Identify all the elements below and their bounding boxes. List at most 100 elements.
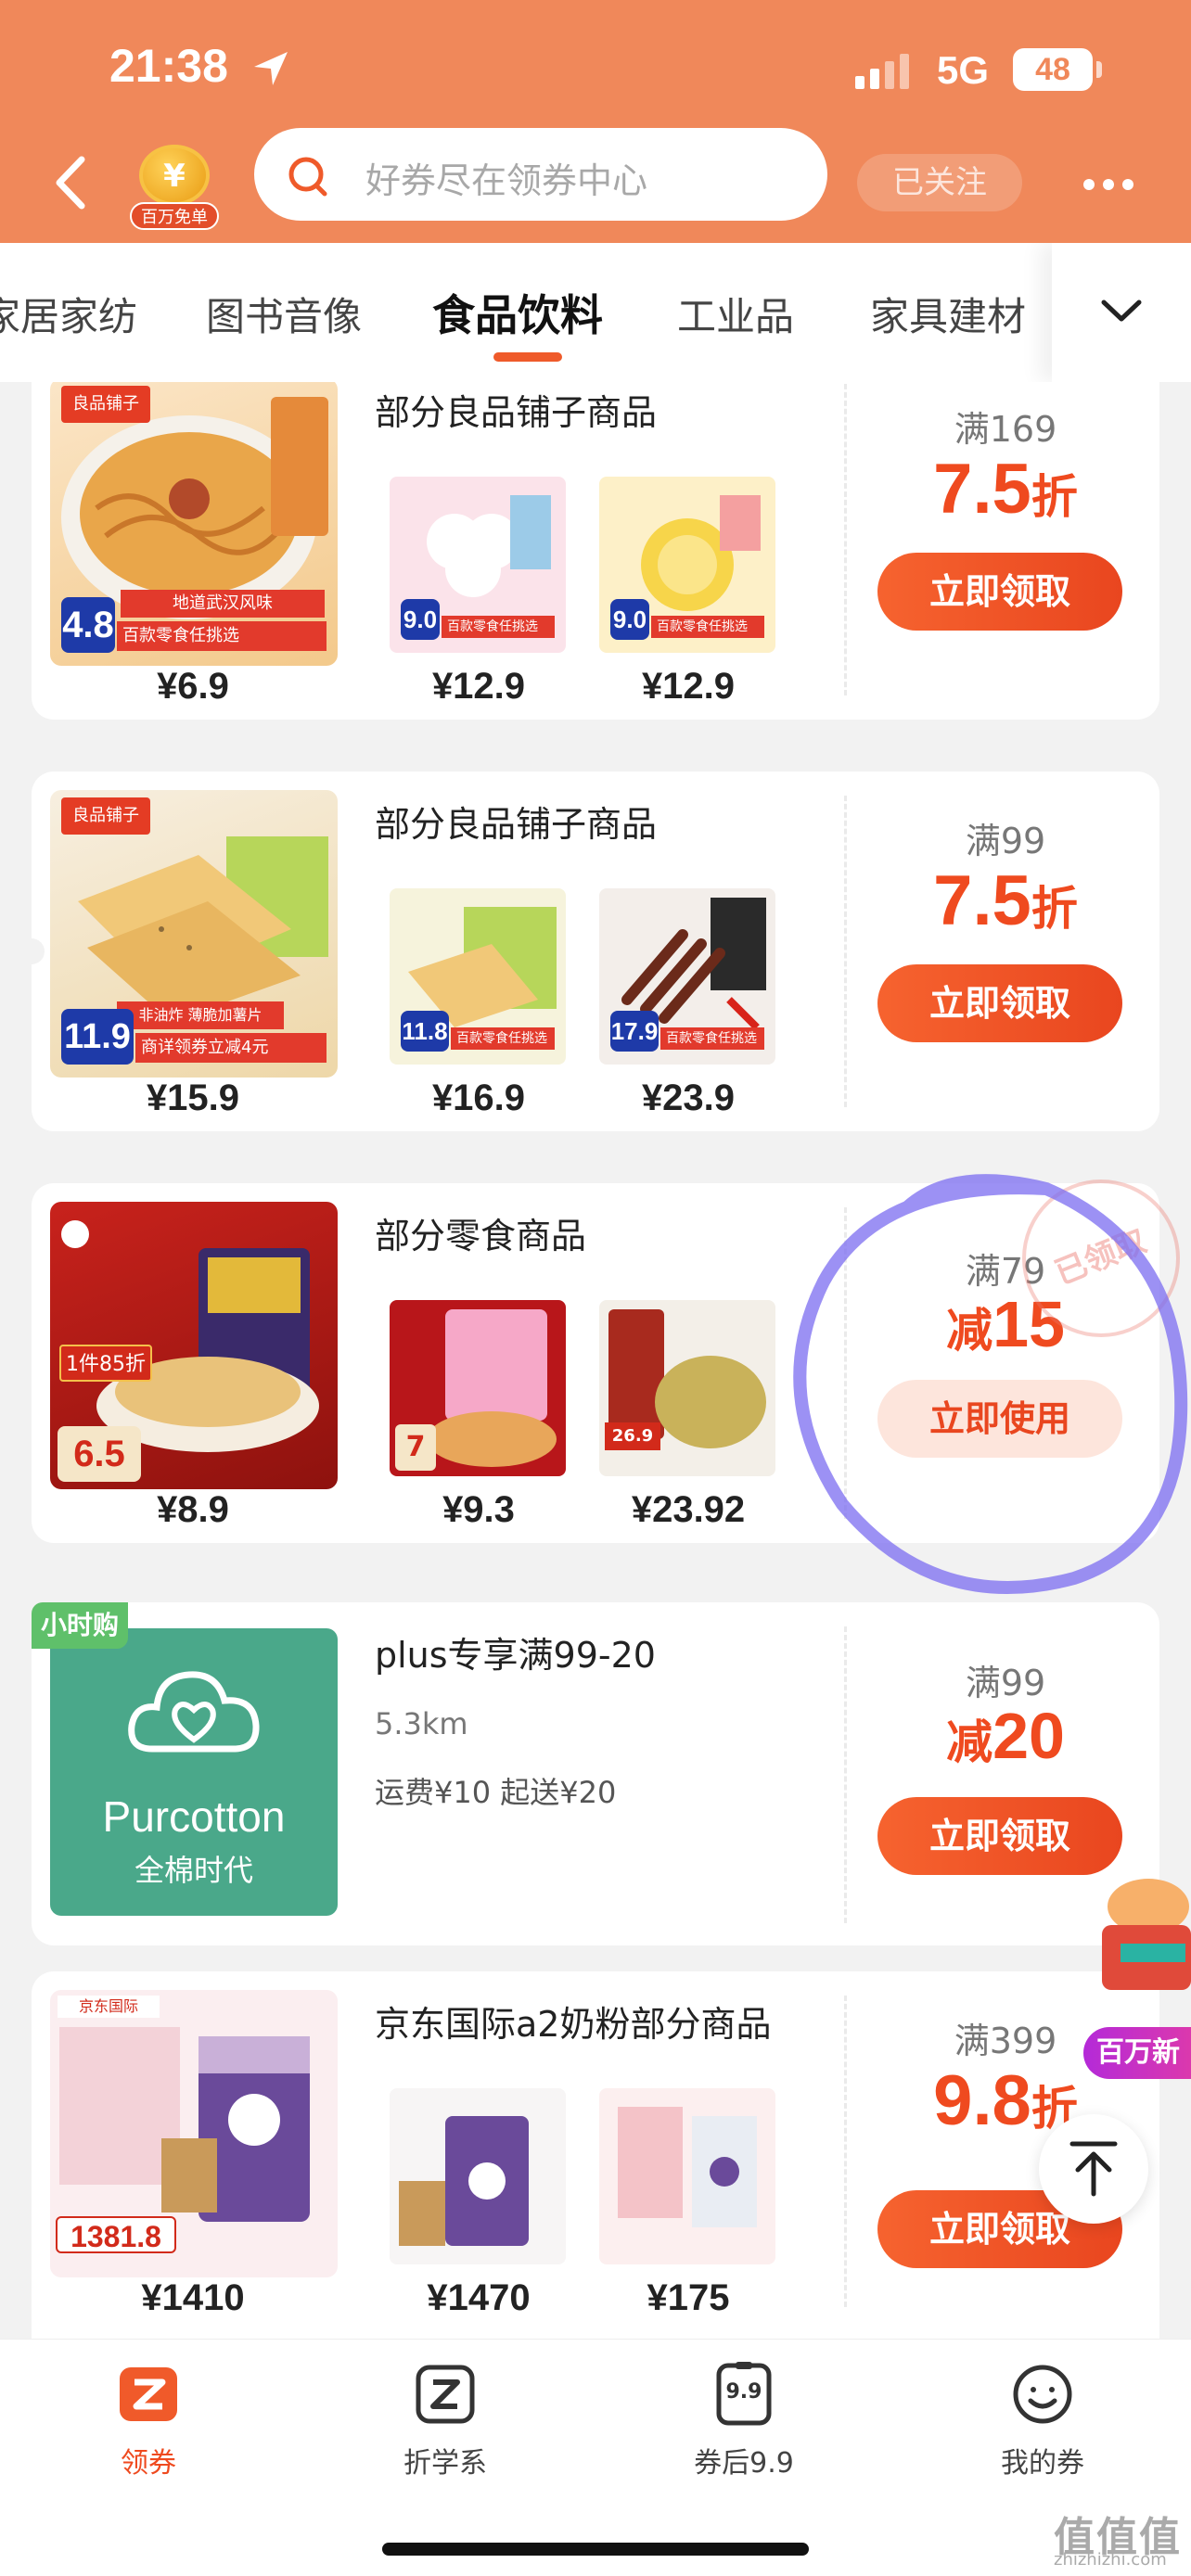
promo-ribbon: 商详领券立减4元	[135, 1033, 327, 1063]
floating-promo[interactable]: 百万新	[1083, 1869, 1191, 2083]
coupon-icon	[116, 2362, 181, 2427]
nav-label: 领券	[121, 2447, 176, 2480]
card-title: 部分良品铺子商品	[375, 392, 658, 433]
active-tab-indicator	[493, 352, 562, 362]
brand-tag: 良品铺子	[61, 386, 150, 423]
product-thumb[interactable]: 9.0 百款零食任挑选	[599, 477, 775, 653]
coupon-card: 京东国际 1381.8 京东国际a2奶粉部分商品 ¥1410 ¥1470 ¥17…	[32, 1971, 1159, 2339]
promo-ribbon: 百款零食任挑选	[651, 616, 764, 638]
nav-discount-school[interactable]: 折学系	[352, 2362, 538, 2480]
nav-coupons[interactable]: 领券	[56, 2362, 241, 2480]
gift-box-icon	[1102, 1879, 1191, 1990]
expand-tabs-button[interactable]	[1052, 243, 1191, 382]
highlight-circle-annotation	[793, 1174, 1188, 1594]
delivery-info: 运费¥10 起送¥20	[375, 1775, 617, 1810]
product-price: ¥8.9	[157, 1489, 229, 1530]
product-price: ¥9.3	[442, 1489, 515, 1530]
battery-tip	[1096, 61, 1102, 78]
nav-after-coupon-9.9[interactable]: 9.9 券后9.9	[651, 2362, 837, 2480]
back-to-top-button[interactable]	[1039, 2114, 1148, 2224]
followed-button[interactable]: 已关注	[857, 154, 1022, 211]
card-title: 部分零食商品	[375, 1216, 587, 1256]
product-thumb[interactable]: 17.9 百款零食任挑选	[599, 888, 775, 1065]
product-price: ¥12.9	[641, 666, 736, 707]
coupon-discount: 7.5折	[866, 861, 1145, 941]
discount-number: 7.5	[933, 450, 1031, 529]
price-badge: 9.0	[401, 599, 440, 640]
promo-ribbon: 百款零食任挑选	[660, 1027, 764, 1050]
search-input[interactable]: 好券尽在领券中心	[254, 128, 827, 221]
product-thumb[interactable]: 26.9	[599, 1300, 775, 1476]
product-image[interactable]: 1件85折 6.5	[50, 1202, 338, 1489]
coupon-discount: 7.5折	[866, 449, 1145, 529]
brand-logo-icon	[61, 1220, 89, 1248]
search-placeholder: 好券尽在领券中心	[365, 160, 648, 201]
promo-label: 百万新	[1083, 2027, 1191, 2079]
divider	[844, 384, 847, 695]
nav-label: 券后9.9	[694, 2447, 794, 2480]
promo-ribbon: 百款零食任挑选	[117, 621, 327, 651]
price-badge: 26.9	[605, 1422, 660, 1450]
more-icon[interactable]	[1083, 176, 1142, 194]
brand-tag: 良品铺子	[61, 797, 150, 835]
milk-box-image	[618, 2107, 757, 2227]
tab-books[interactable]: 图书音像	[206, 286, 362, 342]
promo-ribbon: 百款零食任挑选	[442, 616, 555, 638]
tab-home-textiles[interactable]: 家居家纺	[0, 286, 137, 342]
price-badge: 1381.8	[56, 2216, 176, 2253]
product-thumb[interactable]: 9.0 百款零食任挑选	[390, 477, 566, 653]
claim-button[interactable]: 立即领取	[877, 964, 1122, 1042]
product-thumb[interactable]	[390, 2088, 566, 2264]
product-thumb[interactable]: 7	[390, 1300, 566, 1476]
claim-button[interactable]: 立即领取	[877, 553, 1122, 631]
signal-icon	[855, 54, 909, 89]
home-indicator[interactable]	[382, 2543, 809, 2556]
divider	[844, 1996, 847, 2307]
product-price: ¥16.9	[431, 1078, 526, 1118]
smile-icon	[1010, 2362, 1075, 2427]
distance: 5.3km	[375, 1706, 468, 1741]
store-name-cn: 全棉时代	[134, 1853, 253, 1888]
claim-button[interactable]: 立即领取	[877, 1797, 1122, 1875]
product-thumb[interactable]	[599, 2088, 775, 2264]
million-free-badge[interactable]: ¥ 百万免单	[130, 141, 219, 230]
icon-text: 9.9	[725, 2380, 762, 2404]
product-price: ¥12.9	[431, 666, 526, 707]
product-price: ¥15.9	[146, 1078, 240, 1118]
product-thumb[interactable]: 11.8 百款零食任挑选	[390, 888, 566, 1065]
discount-number: 20	[992, 1700, 1065, 1772]
promo-ribbon: 百款零食任挑选	[451, 1027, 555, 1050]
nav-my-coupons[interactable]: 我的券	[950, 2362, 1135, 2480]
9.9-icon: 9.9	[711, 2362, 776, 2427]
tab-industrial[interactable]: 工业品	[677, 286, 794, 342]
cloud-heart-icon	[128, 1671, 260, 1753]
back-icon[interactable]	[48, 150, 95, 215]
coupon-card: 良品铺子 地道武汉风味 4.8 百款零食任挑选 部分良品铺子商品 9.0 百款零…	[32, 382, 1159, 720]
product-price: ¥23.92	[631, 1489, 746, 1530]
arrow-up-icon	[1069, 2141, 1118, 2197]
product-image[interactable]: 良品铺子 地道武汉风味 4.8 百款零食任挑选	[50, 382, 338, 666]
price-badge: 9.0	[610, 599, 649, 640]
tab-food-drink[interactable]: 食品饮料	[432, 282, 603, 343]
store-logo[interactable]: Purcotton 全棉时代	[50, 1628, 338, 1916]
product-image[interactable]: 京东国际 1381.8	[50, 1990, 338, 2277]
card-title: 部分良品铺子商品	[375, 804, 658, 845]
tab-furniture[interactable]: 家具建材	[870, 286, 1026, 342]
price-badge: 4.8	[61, 597, 115, 653]
divider	[844, 1626, 847, 1923]
badge-label: 百万免单	[130, 202, 219, 230]
watermark-url: zhizhizhi.com	[1054, 2550, 1167, 2570]
bottom-navigation: 领券 折学系 9.9 券后9.9 我的券	[0, 2339, 1191, 2576]
product-price: ¥175	[647, 2277, 730, 2318]
coupon-card: Purcotton 全棉时代 小时购 plus专享满99-20 5.3km 运费…	[32, 1602, 1159, 1945]
product-image[interactable]: 良品铺子 非油炸 薄脆加薯片 11.9 商详领券立减4元	[50, 790, 338, 1078]
product-note: 地道武汉风味	[121, 590, 325, 618]
coin-icon: ¥	[139, 145, 210, 206]
location-arrow-icon	[254, 52, 288, 85]
discount-unit: 折	[1031, 882, 1078, 936]
price-badge: 6.5	[58, 1426, 141, 1482]
milk-can-image	[399, 2116, 529, 2246]
battery-level: 48	[1013, 48, 1093, 91]
coupon-discount: 减20	[866, 1699, 1145, 1773]
coupon-condition: 满169	[954, 409, 1057, 450]
